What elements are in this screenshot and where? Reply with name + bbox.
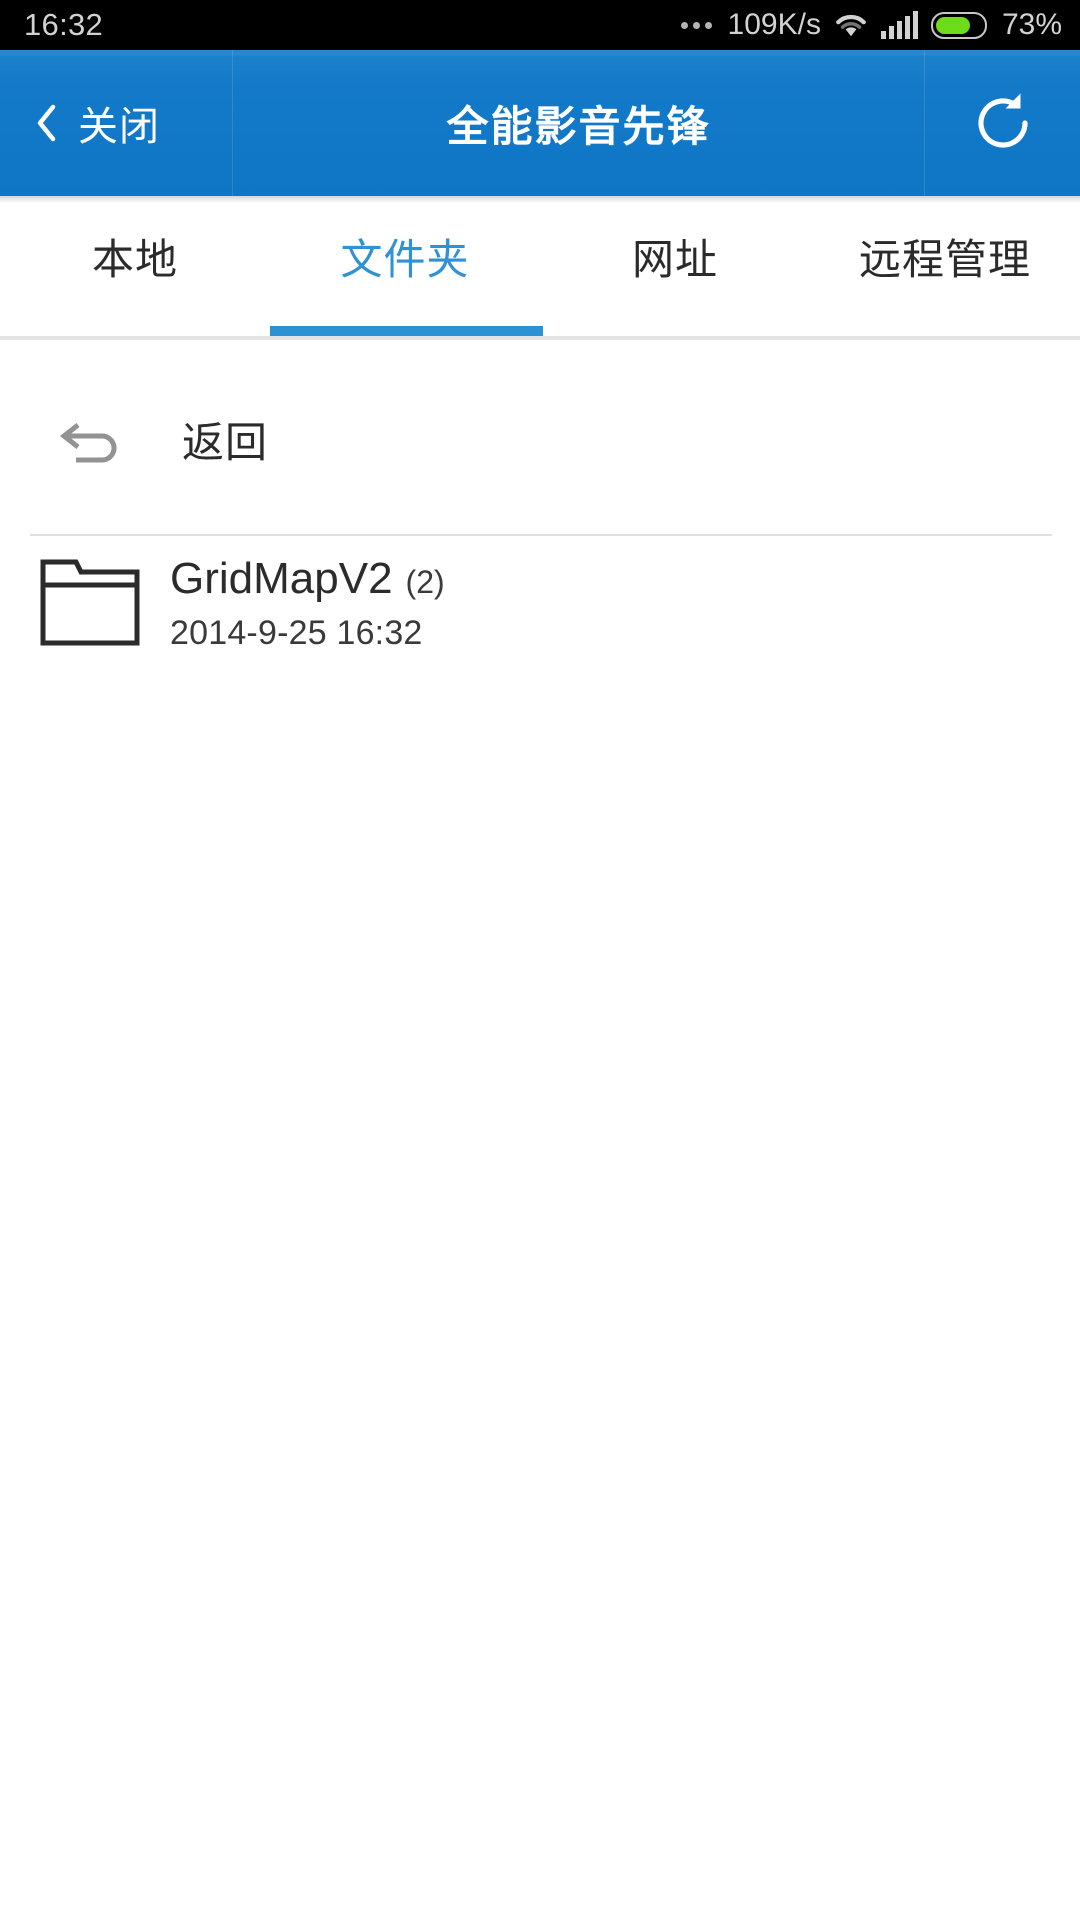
tab-active-indicator: [270, 326, 543, 336]
tab-list: 本地 文件夹 网址 远程管理: [0, 196, 1080, 336]
tab-folder[interactable]: 文件夹: [270, 196, 540, 336]
chevron-left-icon: [36, 104, 78, 142]
list-item-count: (2): [405, 564, 445, 600]
status-bar-right-group: 109K/s 73%: [680, 0, 1062, 50]
more-dots-icon: [680, 21, 712, 29]
list-item-text: GridMapV2 (2) 2014-9-25 16:32: [170, 554, 445, 653]
close-button-label: 关闭: [78, 105, 160, 149]
refresh-button[interactable]: [924, 50, 1080, 196]
app-header: 关闭 全能影音先锋: [0, 50, 1080, 196]
return-arrow-icon: [58, 415, 124, 463]
battery-icon: [930, 11, 987, 39]
back-row-label: 返回: [182, 418, 269, 466]
tab-local[interactable]: 本地: [0, 196, 270, 336]
list-item-date: 2014-9-25 16:32: [170, 614, 423, 652]
close-button[interactable]: 关闭: [0, 50, 233, 196]
wifi-icon: [834, 12, 868, 38]
tab-bar: 本地 文件夹 网址 远程管理: [0, 196, 1080, 340]
page-title: 全能影音先锋: [446, 102, 711, 150]
tab-url[interactable]: 网址: [540, 196, 810, 336]
list-item-title-line: GridMapV2 (2): [170, 554, 445, 604]
network-speed-label: 109K/s: [727, 8, 821, 41]
cellular-signal-icon: [880, 11, 918, 39]
status-clock: 16:32: [24, 7, 104, 42]
list-item[interactable]: GridMapV2 (2) 2014-9-25 16:32: [0, 536, 1080, 736]
file-list: 返回 GridMapV2 (2) 2014-9-25 16:32: [0, 344, 1080, 736]
battery-percent-label: 73%: [1001, 8, 1062, 41]
folder-icon: [40, 554, 140, 646]
list-item-name: GridMapV2: [170, 554, 393, 603]
status-bar: 16:32 109K/s 73%: [0, 0, 1080, 50]
tab-remote-management[interactable]: 远程管理: [810, 196, 1080, 336]
refresh-icon: [970, 90, 1036, 156]
back-row[interactable]: 返回: [0, 344, 1080, 534]
